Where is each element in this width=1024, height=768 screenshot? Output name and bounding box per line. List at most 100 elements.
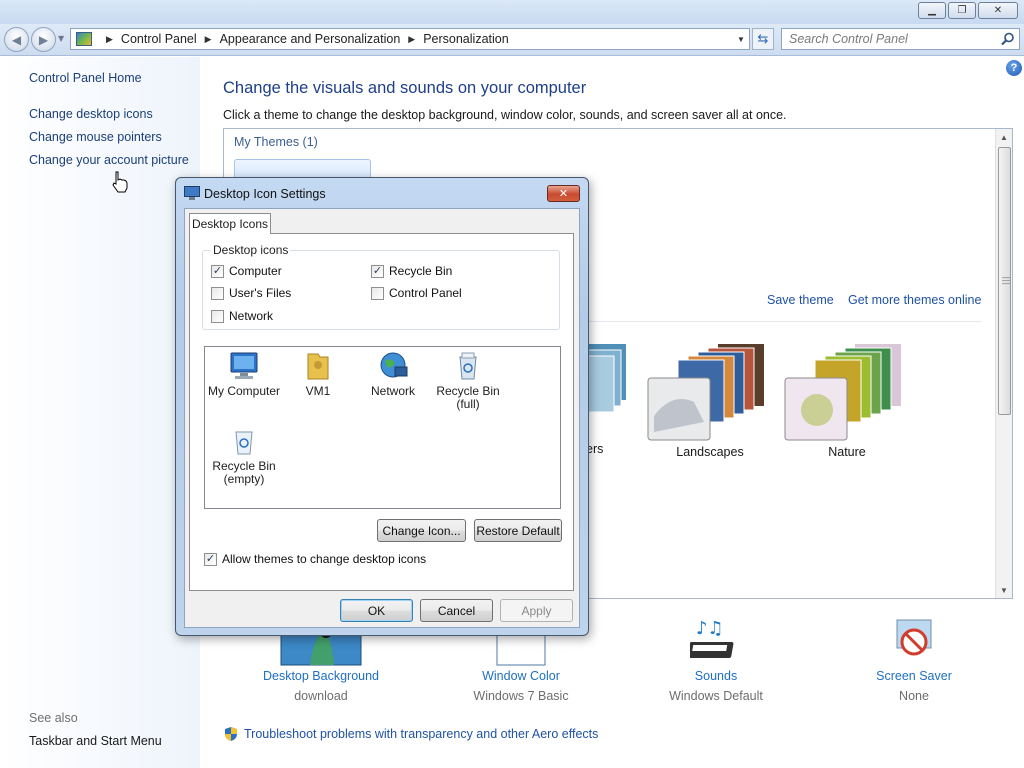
icon-my-computer[interactable]: My Computer xyxy=(205,351,283,398)
checkbox-label: Control Panel xyxy=(389,286,462,300)
page-title: Change the visuals and sounds on your co… xyxy=(223,79,587,97)
checkbox-box[interactable] xyxy=(211,286,224,300)
search-icon[interactable] xyxy=(1001,32,1015,46)
minimize-button[interactable]: ▁ xyxy=(918,2,946,19)
theme-name: Landscapes xyxy=(676,445,744,459)
sounds-label[interactable]: Sounds xyxy=(653,669,779,683)
restore-button[interactable]: ❐ xyxy=(948,2,976,19)
checkbox-box[interactable]: ✓ xyxy=(204,552,217,566)
icon-user-files[interactable]: VM1 xyxy=(279,351,357,398)
folder-icon xyxy=(307,353,329,380)
desktop-icons-group: Desktop icons ✓ Computer ✓ Recycle Bin U… xyxy=(202,243,560,330)
icon-label: (empty) xyxy=(223,472,265,486)
my-themes-group-label: My Themes (1) xyxy=(234,135,318,149)
shield-icon xyxy=(225,727,237,741)
theme-nature[interactable]: Nature xyxy=(779,332,915,459)
close-button[interactable]: ✕ xyxy=(978,2,1018,19)
get-more-themes-link[interactable]: Get more themes online xyxy=(848,293,981,307)
back-button[interactable]: ◀ xyxy=(4,27,29,52)
control-panel-checkbox[interactable]: Control Panel xyxy=(371,286,462,300)
search-input[interactable]: Search Control Panel xyxy=(781,28,1020,50)
cancel-button[interactable]: Cancel xyxy=(420,599,493,622)
users-files-checkbox[interactable]: User's Files xyxy=(211,286,291,300)
scroll-down-icon[interactable]: ▼ xyxy=(996,582,1012,598)
close-icon: ✕ xyxy=(993,5,1003,16)
chevron-right-icon[interactable]: ▶ xyxy=(106,34,113,45)
recycle-bin-empty-icon xyxy=(235,431,253,455)
taskbar-start-menu-link[interactable]: Taskbar and Start Menu xyxy=(29,734,162,748)
my-theme-thumbnail[interactable] xyxy=(234,159,371,179)
left-pane: Control Panel Home Change desktop icons … xyxy=(0,57,200,768)
address-dropdown[interactable]: ▼ xyxy=(733,29,749,49)
forward-button[interactable]: ▶ xyxy=(31,27,56,52)
window-color-label[interactable]: Window Color xyxy=(458,669,584,683)
icon-recycle-bin-full[interactable]: Recycle Bin (full) xyxy=(429,351,507,411)
checkbox-box[interactable] xyxy=(211,309,224,323)
minimize-icon: ▁ xyxy=(928,5,936,16)
recycle-bin-checkbox[interactable]: ✓ Recycle Bin xyxy=(371,264,452,278)
window-color-value: Windows 7 Basic xyxy=(473,689,569,703)
sounds-icon: ♪♫ xyxy=(687,618,734,658)
address-bar: ◀ ▶ ▼ ▶ Control Panel ▶ Appearance and P… xyxy=(0,24,1024,56)
landscapes-thumbnail xyxy=(647,344,764,441)
breadcrumb[interactable]: ▶ Control Panel ▶ Appearance and Persona… xyxy=(70,28,750,50)
scroll-up-icon[interactable]: ▲ xyxy=(996,129,1012,145)
sounds-item[interactable]: ♪♫ Sounds Windows Default xyxy=(653,618,779,703)
apply-button[interactable]: Apply xyxy=(500,599,573,622)
network-checkbox[interactable]: Network xyxy=(211,309,273,323)
refresh-icon: ⇆ xyxy=(757,31,769,47)
dialog-body: Desktop Icons Desktop icons ✓ Computer ✓… xyxy=(184,208,580,628)
help-icon[interactable]: ? xyxy=(1006,60,1022,76)
allow-themes-checkbox[interactable]: ✓ Allow themes to change desktop icons xyxy=(204,552,426,566)
change-desktop-icons-link[interactable]: Change desktop icons xyxy=(29,107,153,121)
icon-network[interactable]: Network xyxy=(354,351,432,398)
save-theme-link[interactable]: Save theme xyxy=(767,293,834,307)
hand-cursor-icon xyxy=(112,171,128,193)
tab-desktop-icons[interactable]: Desktop Icons xyxy=(189,213,271,234)
screen-saver-value: None xyxy=(899,689,929,703)
change-icon-button[interactable]: Change Icon... xyxy=(377,519,466,542)
desktop-background-label[interactable]: Desktop Background xyxy=(258,669,384,683)
close-icon: ✕ xyxy=(558,187,569,200)
checkbox-label: Computer xyxy=(229,264,282,278)
search-placeholder: Search Control Panel xyxy=(789,32,908,46)
theme-name: Nature xyxy=(828,445,866,459)
control-panel-home-link[interactable]: Control Panel Home xyxy=(29,71,142,85)
troubleshoot-text[interactable]: Troubleshoot problems with transparency … xyxy=(244,727,598,741)
dialog-icon xyxy=(184,186,200,200)
chevron-right-icon[interactable]: ▶ xyxy=(205,34,212,45)
checkbox-box[interactable] xyxy=(371,286,384,300)
computer-checkbox[interactable]: ✓ Computer xyxy=(211,264,282,278)
recent-pages-dropdown[interactable]: ▼ xyxy=(58,34,64,43)
checkbox-box[interactable]: ✓ xyxy=(371,264,384,278)
screen-saver-item[interactable]: Screen Saver None xyxy=(851,618,977,703)
dialog-close-button[interactable]: ✕ xyxy=(547,185,580,202)
change-account-picture-link[interactable]: Change your account picture xyxy=(29,153,189,167)
checkbox-label: User's Files xyxy=(229,286,292,300)
desktop-icon-list[interactable]: My Computer VM1 Network Recycle Bin (ful… xyxy=(204,346,561,509)
themes-scrollbar[interactable]: ▲ — — — ▼ xyxy=(995,129,1012,598)
ok-button[interactable]: OK xyxy=(340,599,413,622)
icon-recycle-bin-empty[interactable]: Recycle Bin (empty) xyxy=(205,426,283,486)
icon-label: Network xyxy=(370,384,415,398)
refresh-button[interactable]: ⇆ xyxy=(752,28,774,50)
restore-icon: ❐ xyxy=(957,5,967,16)
restore-default-button[interactable]: Restore Default xyxy=(474,519,562,542)
breadcrumb-item[interactable]: Personalization xyxy=(423,32,508,46)
checkbox-box[interactable]: ✓ xyxy=(211,264,224,278)
change-mouse-pointers-link[interactable]: Change mouse pointers xyxy=(29,130,162,144)
back-arrow-icon: ◀ xyxy=(11,32,22,47)
icon-label: My Computer xyxy=(207,384,281,398)
page-subtitle: Click a theme to change the desktop back… xyxy=(223,108,787,122)
breadcrumb-item[interactable]: Appearance and Personalization xyxy=(220,32,401,46)
group-label: Desktop icons xyxy=(211,243,291,257)
troubleshoot-link[interactable]: Troubleshoot problems with transparency … xyxy=(223,726,598,742)
breadcrumb-item[interactable]: Control Panel xyxy=(121,32,197,46)
theme-landscapes[interactable]: Landscapes xyxy=(642,332,778,459)
network-globe-icon xyxy=(380,352,408,378)
screen-saver-label[interactable]: Screen Saver xyxy=(851,669,977,683)
chevron-right-icon[interactable]: ▶ xyxy=(408,34,415,45)
scroll-thumb[interactable]: — — — xyxy=(998,147,1011,415)
checkbox-label: Allow themes to change desktop icons xyxy=(222,552,427,566)
screen-saver-icon xyxy=(896,619,932,656)
